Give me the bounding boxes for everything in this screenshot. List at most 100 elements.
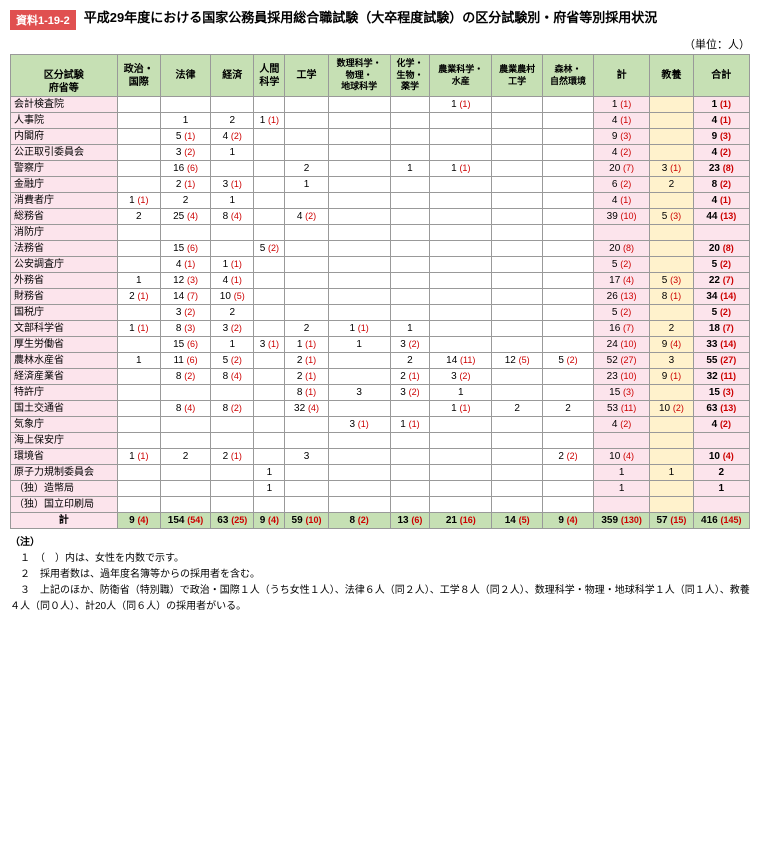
cell-kagaku xyxy=(390,225,430,241)
cell-suuri xyxy=(328,273,390,289)
cell-nousonkogyo xyxy=(492,145,543,161)
cell-horitsu xyxy=(160,481,210,497)
cell-suuri xyxy=(328,497,390,513)
cell-kogyo xyxy=(285,225,328,241)
cell-suuri: 8 (2) xyxy=(328,513,390,529)
dept-label: 法務省 xyxy=(11,241,118,257)
cell-suuri xyxy=(328,241,390,257)
cell-suuri xyxy=(328,161,390,177)
col-shinrin: 森林・自然環境 xyxy=(543,55,594,97)
cell-keizai: 5 (2) xyxy=(211,353,254,369)
cell-nougyo xyxy=(430,289,492,305)
cell-ningen xyxy=(254,129,285,145)
cell-keizai: 1 xyxy=(211,145,254,161)
cell-kyoyo: 3 xyxy=(650,353,693,369)
cell-kogyo: 8 (1) xyxy=(285,385,328,401)
cell-nougyo xyxy=(430,193,492,209)
cell-ningen xyxy=(254,417,285,433)
cell-keizai: 10 (5) xyxy=(211,289,254,305)
cell-gokei: 4 (1) xyxy=(693,193,749,209)
table-row: 法務省15 (6)5 (2)20 (8)20 (8) xyxy=(11,241,750,257)
cell-kogyo xyxy=(285,417,328,433)
cell-kyoyo xyxy=(650,449,693,465)
dept-label: 厚生労働省 xyxy=(11,337,118,353)
cell-gokei: 32 (11) xyxy=(693,369,749,385)
cell-kagaku: 1 xyxy=(390,161,430,177)
cell-nougyo xyxy=(430,465,492,481)
cell-nougyo xyxy=(430,305,492,321)
cell-gokei: 44 (13) xyxy=(693,209,749,225)
cell-seiji: 1 (1) xyxy=(117,193,160,209)
cell-shinrin xyxy=(543,305,594,321)
cell-horitsu xyxy=(160,465,210,481)
dept-label: （独）国立印刷局 xyxy=(11,497,118,513)
cell-kyoyo: 10 (2) xyxy=(650,401,693,417)
cell-ningen xyxy=(254,161,285,177)
cell-nougyo: 14 (11) xyxy=(430,353,492,369)
cell-seiji xyxy=(117,257,160,273)
cell-ningen: 5 (2) xyxy=(254,241,285,257)
cell-kei: 39 (10) xyxy=(593,209,649,225)
col-kogyo: 工学 xyxy=(285,55,328,97)
cell-nousonkogyo xyxy=(492,433,543,449)
cell-seiji xyxy=(117,129,160,145)
table-row: 人事院121 (1)4 (1)4 (1) xyxy=(11,113,750,129)
cell-kei: 1 xyxy=(593,465,649,481)
unit-label: （単位：人） xyxy=(10,36,750,52)
cell-nousonkogyo xyxy=(492,209,543,225)
cell-keizai: 3 (2) xyxy=(211,321,254,337)
cell-nousonkogyo: 12 (5) xyxy=(492,353,543,369)
cell-kogyo xyxy=(285,289,328,305)
cell-kei: 52 (27) xyxy=(593,353,649,369)
cell-gokei: 10 (4) xyxy=(693,449,749,465)
cell-ningen xyxy=(254,273,285,289)
cell-kogyo: 4 (2) xyxy=(285,209,328,225)
cell-horitsu xyxy=(160,433,210,449)
cell-seiji: 2 (1) xyxy=(117,289,160,305)
cell-horitsu: 154 (54) xyxy=(160,513,210,529)
cell-seiji xyxy=(117,177,160,193)
cell-kagaku: 2 (1) xyxy=(390,369,430,385)
cell-kei: 6 (2) xyxy=(593,177,649,193)
cell-kyoyo: 9 (1) xyxy=(650,369,693,385)
cell-kei: 15 (3) xyxy=(593,385,649,401)
cell-keizai xyxy=(211,161,254,177)
cell-shinrin: 5 (2) xyxy=(543,353,594,369)
cell-suuri xyxy=(328,177,390,193)
cell-horitsu: 4 (1) xyxy=(160,257,210,273)
cell-keizai: 63 (25) xyxy=(211,513,254,529)
cell-nougyo xyxy=(430,321,492,337)
cell-nougyo xyxy=(430,481,492,497)
cell-gokei: 63 (13) xyxy=(693,401,749,417)
cell-nougyo xyxy=(430,497,492,513)
table-row: 特許庁8 (1)33 (2)115 (3)15 (3) xyxy=(11,385,750,401)
cell-kagaku: 1 xyxy=(390,321,430,337)
cell-ningen xyxy=(254,257,285,273)
cell-kagaku xyxy=(390,113,430,129)
cell-seiji: 1 xyxy=(117,353,160,369)
cell-kyoyo xyxy=(650,305,693,321)
dept-label: 消費者庁 xyxy=(11,193,118,209)
cell-kyoyo: 57 (15) xyxy=(650,513,693,529)
cell-kyoyo xyxy=(650,481,693,497)
cell-kyoyo xyxy=(650,433,693,449)
cell-suuri xyxy=(328,353,390,369)
cell-kogyo: 59 (10) xyxy=(285,513,328,529)
cell-nougyo xyxy=(430,145,492,161)
table-row: 文部科学省1 (1)8 (3)3 (2)21 (1)116 (7)218 (7) xyxy=(11,321,750,337)
cell-nousonkogyo xyxy=(492,449,543,465)
cell-kogyo xyxy=(285,113,328,129)
cell-seiji xyxy=(117,161,160,177)
cell-kei: 20 (7) xyxy=(593,161,649,177)
cell-keizai: 1 xyxy=(211,337,254,353)
table-row: 経済産業省8 (2)8 (4)2 (1)2 (1)3 (2)23 (10)9 (… xyxy=(11,369,750,385)
cell-nousonkogyo xyxy=(492,497,543,513)
cell-kyoyo xyxy=(650,145,693,161)
cell-seiji: 1 xyxy=(117,273,160,289)
cell-horitsu: 11 (6) xyxy=(160,353,210,369)
dept-label: 国税庁 xyxy=(11,305,118,321)
table-row: 海上保安庁 xyxy=(11,433,750,449)
cell-gokei: 23 (8) xyxy=(693,161,749,177)
cell-kyoyo xyxy=(650,497,693,513)
cell-gokei: 5 (2) xyxy=(693,257,749,273)
